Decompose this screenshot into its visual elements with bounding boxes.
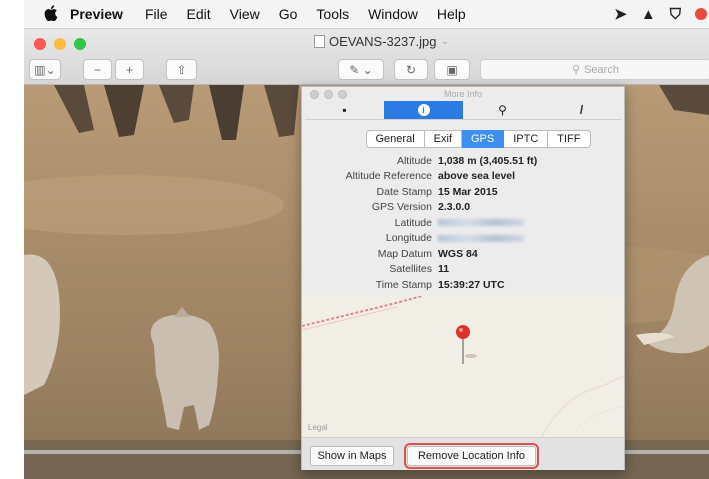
menu-file[interactable]: File bbox=[145, 6, 168, 22]
property-label: Date Stamp bbox=[376, 185, 432, 198]
property-row: Altitude 1,038 m (3,405.51 ft) bbox=[302, 153, 624, 169]
swirl-icon[interactable]: ➤ bbox=[614, 5, 627, 23]
inspector-footer: Show in Maps Remove Location Info bbox=[302, 437, 624, 470]
jpg-file-icon bbox=[314, 35, 325, 48]
gps-properties: Altitude 1,038 m (3,405.51 ft) Altitude … bbox=[302, 153, 624, 293]
menu-preview[interactable]: Preview bbox=[70, 6, 123, 22]
map-pin-icon[interactable] bbox=[455, 324, 471, 364]
title-chevron-icon: ⌄ bbox=[440, 36, 449, 47]
window-titlebar: OEVANS-3237.jpg ⌄ ▥⌄ − + ⇧ ✎ ⌄ ↻ ▣ ⚲ Sea… bbox=[24, 29, 709, 85]
menu-tools[interactable]: Tools bbox=[316, 6, 349, 22]
property-label: GPS Version bbox=[371, 201, 432, 214]
inspector-zoom-button[interactable] bbox=[338, 90, 347, 99]
more-info-inspector: More Info ▪ i ⚲ / General Exif GPS IPTC … bbox=[301, 86, 625, 470]
search-placeholder: Search bbox=[584, 63, 619, 76]
property-row: Latitude bbox=[302, 215, 624, 231]
property-row: Time Stamp 15:39:27 UTC bbox=[302, 277, 624, 293]
remove-location-info-button[interactable]: Remove Location Info bbox=[404, 443, 539, 469]
magnify-tab[interactable]: ⚲ bbox=[463, 101, 542, 119]
property-label: Longitude bbox=[385, 232, 432, 245]
segment-gps[interactable]: GPS bbox=[461, 130, 505, 148]
latitude-redacted-value bbox=[438, 219, 524, 227]
close-window-button[interactable] bbox=[34, 38, 46, 50]
inspector-title: More Info bbox=[443, 89, 483, 99]
map-legal-link[interactable]: Legal bbox=[308, 423, 328, 432]
property-row: GPS Version 2.3.0.0 bbox=[302, 200, 624, 216]
property-row: Satellites 11 bbox=[302, 262, 624, 278]
map-graphic bbox=[302, 296, 624, 437]
property-label: Latitude bbox=[394, 216, 432, 229]
search-icon: ⚲ bbox=[572, 64, 581, 76]
longitude-redacted-value bbox=[438, 234, 524, 242]
search-field[interactable]: ⚲ Search bbox=[480, 59, 709, 80]
zoom-out-button[interactable]: − bbox=[83, 59, 112, 80]
property-label: Altitude Reference bbox=[345, 170, 432, 183]
zoom-in-button[interactable]: + bbox=[115, 59, 144, 80]
property-label: Altitude bbox=[396, 154, 432, 167]
document-title[interactable]: OEVANS-3237.jpg ⌄ bbox=[314, 34, 449, 49]
property-label: Satellites bbox=[389, 263, 432, 276]
property-value: 1,038 m (3,405.51 ft) bbox=[438, 154, 538, 167]
document-icon: ▪ bbox=[342, 103, 347, 117]
segment-tiff[interactable]: TIFF bbox=[548, 130, 591, 148]
pencil-icon: / bbox=[579, 103, 584, 117]
show-in-maps-button[interactable]: Show in Maps bbox=[310, 446, 394, 466]
inspector-close-button[interactable] bbox=[310, 90, 319, 99]
property-row: Date Stamp 15 Mar 2015 bbox=[302, 184, 624, 200]
minimize-window-button[interactable] bbox=[54, 38, 66, 50]
menu-go[interactable]: Go bbox=[279, 6, 298, 22]
menu-help[interactable]: Help bbox=[437, 6, 466, 22]
property-row: Map Datum WGS 84 bbox=[302, 246, 624, 262]
sidebar-toggle-button[interactable]: ▥⌄ bbox=[29, 59, 61, 80]
menu-edit[interactable]: Edit bbox=[187, 6, 211, 22]
segment-iptc[interactable]: IPTC bbox=[504, 130, 549, 148]
status-area: ➤ ▲ ⛉ bbox=[614, 0, 709, 28]
inspector-tab-bar: ▪ i ⚲ / bbox=[305, 101, 621, 120]
rotate-button[interactable]: ↻ bbox=[394, 59, 428, 80]
triangle-icon[interactable]: ▲ bbox=[641, 6, 656, 23]
markup-button[interactable]: ✎ ⌄ bbox=[338, 59, 384, 80]
badge-icon[interactable] bbox=[695, 8, 707, 20]
location-map[interactable]: Legal bbox=[302, 296, 624, 437]
inspector-titlebar: More Info bbox=[302, 87, 624, 101]
general-info-tab[interactable]: ▪ bbox=[305, 101, 384, 119]
property-value: 15 Mar 2015 bbox=[438, 185, 498, 198]
menu-bar: Preview File Edit View Go Tools Window H… bbox=[24, 0, 709, 29]
shield-icon[interactable]: ⛉ bbox=[670, 6, 681, 23]
window-controls bbox=[34, 38, 86, 50]
briefcase-button[interactable]: ▣ bbox=[434, 59, 470, 80]
inspector-window-controls bbox=[310, 90, 347, 99]
apple-menu-icon[interactable] bbox=[44, 4, 58, 24]
property-label: Time Stamp bbox=[375, 278, 432, 291]
property-label: Map Datum bbox=[377, 247, 432, 260]
property-value: 2.3.0.0 bbox=[438, 201, 471, 214]
property-value: above sea level bbox=[438, 170, 516, 183]
menu-view[interactable]: View bbox=[230, 6, 260, 22]
annotate-tab[interactable]: / bbox=[542, 101, 621, 119]
property-value: 15:39:27 UTC bbox=[438, 278, 505, 291]
info-icon: i bbox=[417, 104, 430, 116]
share-button[interactable]: ⇧ bbox=[166, 59, 197, 80]
property-value: 11 bbox=[438, 263, 450, 276]
magnifier-icon: ⚲ bbox=[498, 103, 507, 117]
property-value: WGS 84 bbox=[438, 247, 478, 260]
menu-window[interactable]: Window bbox=[368, 6, 418, 22]
property-row: Altitude Reference above sea level bbox=[302, 169, 624, 185]
info-tab[interactable]: i bbox=[384, 101, 463, 119]
segment-exif[interactable]: Exif bbox=[424, 130, 462, 148]
segment-general[interactable]: General bbox=[365, 130, 425, 148]
inspector-minimize-button[interactable] bbox=[324, 90, 333, 99]
document-title-text: OEVANS-3237.jpg bbox=[329, 34, 437, 49]
metadata-segmented-control: General Exif GPS IPTC TIFF bbox=[332, 130, 624, 148]
property-row: Longitude bbox=[302, 231, 624, 247]
fullscreen-window-button[interactable] bbox=[74, 38, 86, 50]
